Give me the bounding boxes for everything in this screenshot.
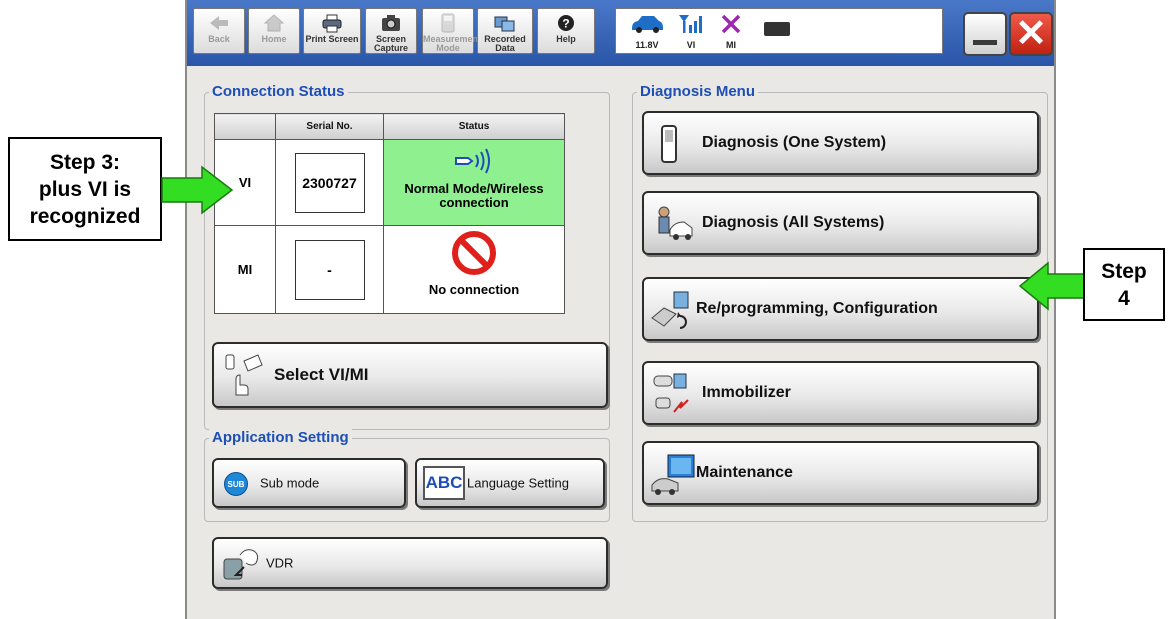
close-button[interactable]: ✕ — [1009, 12, 1053, 56]
application-setting-title: Application Setting — [209, 428, 352, 448]
immobilizer-button[interactable]: Immobilizer — [642, 361, 1039, 425]
diagnosis-menu-title: Diagnosis Menu — [637, 82, 759, 102]
mechanic-car-icon — [658, 206, 693, 240]
status-cell: No connection — [383, 225, 565, 314]
status-cell: Normal Mode/Wireless connection — [383, 139, 565, 226]
recorded-data-icon — [494, 16, 515, 32]
step3-line-2: plus VI is — [38, 178, 132, 201]
sub-mode-button[interactable]: SUB Sub mode — [212, 458, 406, 508]
select-device-icon — [225, 354, 263, 396]
back-label: Back — [208, 34, 230, 44]
vi-device-icon — [661, 125, 677, 163]
select-vi-mi-label: Select VI/MI — [274, 365, 369, 384]
vi-status-text: Normal Mode/Wireless connection — [404, 181, 544, 210]
camera-icon — [382, 15, 400, 31]
printer-icon — [322, 14, 342, 33]
sub-mode-label: Sub mode — [260, 475, 320, 491]
signal-icon — [679, 15, 702, 33]
sub-mode-icon: SUB — [224, 472, 248, 496]
home-label: Home — [261, 34, 287, 44]
step4-line-2: 4 — [1118, 287, 1130, 310]
step4-callout: Step 4 — [1083, 248, 1165, 321]
measurement-mode-button[interactable]: Measurement Mode — [422, 8, 481, 54]
serial-cell: 2300727 — [275, 139, 384, 226]
maintenance-label: Maintenance — [696, 464, 793, 481]
select-vi-mi-button[interactable]: Select VI/MI — [212, 342, 608, 408]
mi-status: MI — [716, 13, 746, 53]
step3-arrow-icon — [161, 165, 234, 215]
screen-capture-label-2: Capture — [373, 43, 408, 53]
toolbar: Back Home Print Screen Screen Capture Me… — [187, 0, 1054, 66]
screen-capture-button[interactable]: Screen Capture — [365, 8, 417, 54]
measurement-label-2: Mode — [436, 43, 460, 53]
step4-arrow-icon — [1018, 261, 1085, 311]
reprogramming-icon — [651, 291, 689, 329]
home-icon — [263, 14, 285, 32]
home-button[interactable]: Home — [248, 8, 300, 54]
minimize-icon — [973, 40, 997, 45]
serial-cell: - — [275, 225, 384, 314]
table-header-row: Serial No. Status — [214, 113, 565, 140]
language-icon: ABC — [423, 466, 465, 500]
no-connection-icon — [452, 231, 496, 275]
maintenance-icon — [651, 454, 695, 495]
table-row[interactable]: VI 2300727 Normal Mode/Wireless connecti… — [214, 139, 565, 226]
vi-label: VI — [686, 40, 696, 50]
serial-value: 2300727 — [294, 152, 365, 213]
diagnosis-all-systems-button[interactable]: Diagnosis (All Systems) — [642, 191, 1039, 255]
close-icon: ✕ — [1015, 13, 1047, 55]
device-status-panel: 11.8V VI MI — [615, 8, 943, 54]
vehicle-status: 11.8V — [626, 13, 668, 53]
table-row[interactable]: MI - No connection — [214, 225, 565, 314]
step3-line-1: Step 3: — [49, 151, 120, 174]
step3-callout: Step 3: plus VI is recognized — [8, 137, 162, 241]
recorded-label-2: Data — [495, 43, 515, 53]
print-screen-label: Print Screen — [305, 34, 359, 44]
device-column-header — [214, 113, 276, 140]
app-window: Back Home Print Screen Screen Capture Me… — [185, 0, 1056, 619]
mi-status-text: No connection — [428, 282, 520, 297]
help-label: Help — [556, 34, 576, 44]
immobilizer-label: Immobilizer — [702, 384, 791, 401]
step4-line-1: Step — [1101, 260, 1147, 283]
serial-value: - — [294, 239, 365, 300]
mi-label: MI — [726, 40, 736, 50]
diagnosis-all-systems-label: Diagnosis (All Systems) — [702, 214, 885, 231]
back-button[interactable]: Back — [193, 8, 245, 54]
maintenance-button[interactable]: Maintenance — [642, 441, 1039, 505]
language-setting-label: Language Setting — [467, 475, 569, 491]
serial-column-header: Serial No. — [275, 113, 384, 140]
wireless-icon — [455, 148, 490, 174]
reprogramming-configuration-button[interactable]: Re/programming, Configuration — [642, 277, 1039, 341]
vdr-button[interactable]: VDR — [212, 537, 608, 589]
step3-line-3: recognized — [29, 205, 141, 228]
meter-icon — [441, 13, 455, 33]
battery-voltage: 11.8V — [635, 40, 659, 50]
minimize-button[interactable] — [963, 12, 1007, 56]
recorded-data-button[interactable]: Recorded Data — [477, 8, 533, 54]
help-button[interactable]: ? Help — [537, 8, 595, 54]
print-screen-button[interactable]: Print Screen — [303, 8, 361, 54]
back-arrow-icon — [210, 16, 228, 30]
vdr-label: VDR — [266, 555, 294, 571]
connection-status-title: Connection Status — [209, 82, 348, 102]
vi-status: VI — [674, 13, 708, 53]
car-icon — [632, 16, 663, 33]
mi-disconnected-icon — [721, 14, 741, 34]
diagnosis-one-system-label: Diagnosis (One System) — [702, 134, 887, 151]
language-setting-button[interactable]: ABC Language Setting — [415, 458, 605, 508]
connection-status-table: Serial No. Status VI 2300727 Normal Mode… — [214, 113, 565, 314]
battery-icon — [764, 22, 790, 36]
diagnosis-one-system-button[interactable]: Diagnosis (One System) — [642, 111, 1039, 175]
reprogramming-configuration-label: Re/programming, Configuration — [696, 300, 938, 317]
status-column-header: Status — [383, 113, 565, 140]
device-cell: MI — [214, 225, 276, 314]
immobilizer-icon — [653, 373, 689, 413]
vdr-icon — [223, 549, 259, 580]
svg-text:?: ? — [562, 17, 569, 31]
help-icon: ? — [558, 15, 574, 31]
